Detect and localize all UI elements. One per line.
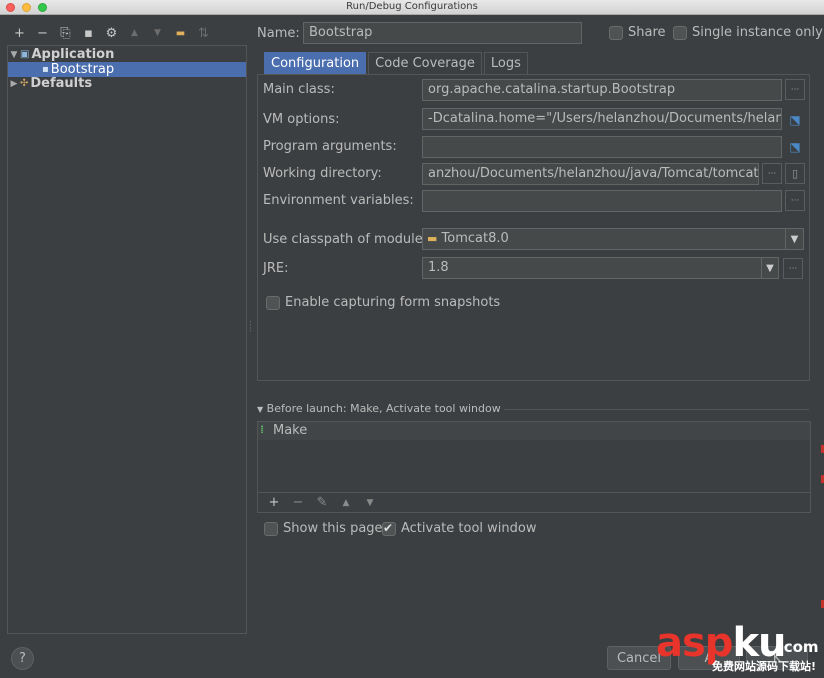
chevron-down-icon[interactable]: ▼ (785, 229, 803, 249)
sort-icon[interactable]: ⇅ (192, 24, 215, 42)
move-up-icon[interactable]: ▲ (334, 498, 358, 508)
remove-icon[interactable]: − (31, 24, 54, 42)
make-icon: ⁞ (260, 423, 265, 436)
show-page-checkbox[interactable] (264, 522, 278, 536)
module-folder-icon: ▬ (427, 232, 438, 245)
config-tabs: Configuration Code Coverage Logs (264, 52, 530, 74)
run-config-icon: ▪ (42, 64, 49, 75)
single-instance-checkbox[interactable] (673, 26, 687, 40)
tree-node-application[interactable]: ▼ ▣ Application (8, 47, 115, 62)
tab-configuration[interactable]: Configuration (264, 52, 367, 74)
remove-icon[interactable]: − (286, 495, 310, 510)
snapshots-checkbox[interactable] (266, 296, 280, 310)
before-launch-toolbar: + − ✎ ▲ ▼ (258, 492, 810, 512)
environment-variables-field[interactable] (422, 190, 782, 212)
help-button[interactable]: ? (11, 647, 34, 670)
single-instance-label: Single instance only (692, 25, 823, 40)
folder-icon[interactable]: ▬ (169, 24, 192, 42)
move-up-icon[interactable]: ▲ (123, 24, 146, 42)
jre-select[interactable]: 1.8 (422, 257, 779, 279)
browse-main-class-button[interactable]: ··· (785, 79, 805, 100)
move-down-icon[interactable]: ▼ (358, 498, 382, 508)
tree-node-defaults[interactable]: ▶ ✣ Defaults (8, 76, 93, 91)
show-page-label: Show this page (283, 521, 383, 536)
before-launch-title: Before launch: Make, Activate tool windo… (266, 402, 501, 415)
working-directory-field[interactable]: anzhou/Documents/helanzhou/java/Tomcat/t… (422, 163, 759, 185)
working-directory-label: Working directory: (263, 166, 382, 181)
window-titlebar: Run/Debug Configurations (0, 0, 824, 15)
tab-logs[interactable]: Logs (483, 52, 528, 74)
chevron-down-icon[interactable]: ▼ (761, 258, 778, 278)
classpath-label: Use classpath of module: (263, 232, 428, 247)
watermark-tagline: 免费网站源码下载站! (712, 660, 817, 673)
tree-node-label: Bootstrap (50, 62, 115, 77)
expand-icon[interactable]: ⬔ (786, 138, 804, 156)
edit-defaults-icon[interactable]: ⚙ (100, 24, 123, 42)
expand-arrow-icon[interactable]: ▼ (8, 50, 20, 60)
configuration-tree[interactable]: ▼ ▣ Application ▪ Bootstrap ▶ ✣ Defaults (7, 45, 247, 634)
watermark-domain: .com (778, 638, 819, 656)
add-icon[interactable]: + (8, 24, 31, 42)
name-field[interactable]: Bootstrap (303, 22, 582, 44)
move-down-icon[interactable]: ▼ (146, 24, 169, 42)
collapse-arrow-icon[interactable]: ▼ (257, 405, 263, 414)
tab-code-coverage[interactable]: Code Coverage (368, 52, 482, 74)
tree-node-label: Application (31, 47, 115, 62)
tree-node-label: Defaults (30, 76, 93, 91)
application-icon: ▣ (20, 49, 30, 60)
collapse-arrow-icon[interactable]: ▶ (8, 79, 20, 89)
jre-label: JRE: (263, 261, 289, 276)
macro-icon[interactable]: ▯ (785, 163, 805, 184)
browse-directory-button[interactable]: ··· (762, 163, 782, 184)
environment-variables-label: Environment variables: (263, 193, 414, 208)
splitter-handle[interactable]: · · · · (249, 319, 252, 337)
classpath-value: Tomcat8.0 (441, 231, 509, 246)
vm-options-field[interactable]: -Dcatalina.home="/Users/helanzhou/Docume… (422, 108, 782, 130)
window-title: Run/Debug Configurations (346, 1, 478, 12)
add-icon[interactable]: + (262, 495, 286, 510)
before-launch-header[interactable]: ▼ Before launch: Make, Activate tool win… (257, 402, 501, 415)
edit-icon[interactable]: ✎ (310, 495, 334, 510)
checkmark-icon: ✔ (383, 521, 394, 535)
config-toolbar: + − ⎘ ▪ ⚙ ▲ ▼ ▬ ⇅ (8, 24, 215, 42)
divider (504, 409, 809, 410)
vm-options-label: VM options: (263, 112, 340, 127)
program-arguments-label: Program arguments: (263, 139, 397, 154)
share-checkbox[interactable] (609, 26, 623, 40)
before-launch-list: ⁞ Make + − ✎ ▲ ▼ (257, 421, 811, 513)
main-class-label: Main class: (263, 82, 335, 97)
list-item[interactable]: ⁞ Make (258, 422, 810, 440)
defaults-icon: ✣ (20, 78, 29, 89)
watermark-logo: aspku .com 免费网站源码下载站! (650, 618, 824, 678)
name-label: Name: (257, 26, 300, 41)
snapshots-label: Enable capturing form snapshots (285, 295, 501, 310)
classpath-select[interactable]: ▬ Tomcat8.0 (422, 228, 804, 250)
expand-icon[interactable]: ⬔ (786, 111, 804, 129)
main-class-field[interactable]: org.apache.catalina.startup.Bootstrap (422, 79, 782, 101)
browse-jre-button[interactable]: ··· (783, 258, 803, 279)
list-item-label: Make (273, 423, 308, 438)
program-arguments-field[interactable] (422, 136, 782, 158)
tree-node-bootstrap[interactable]: ▪ Bootstrap (8, 62, 246, 77)
share-label: Share (628, 25, 666, 40)
activate-tool-window-label: Activate tool window (401, 521, 537, 536)
edit-env-button[interactable]: ··· (785, 190, 805, 211)
save-icon[interactable]: ▪ (77, 24, 100, 42)
copy-icon[interactable]: ⎘ (54, 24, 77, 42)
